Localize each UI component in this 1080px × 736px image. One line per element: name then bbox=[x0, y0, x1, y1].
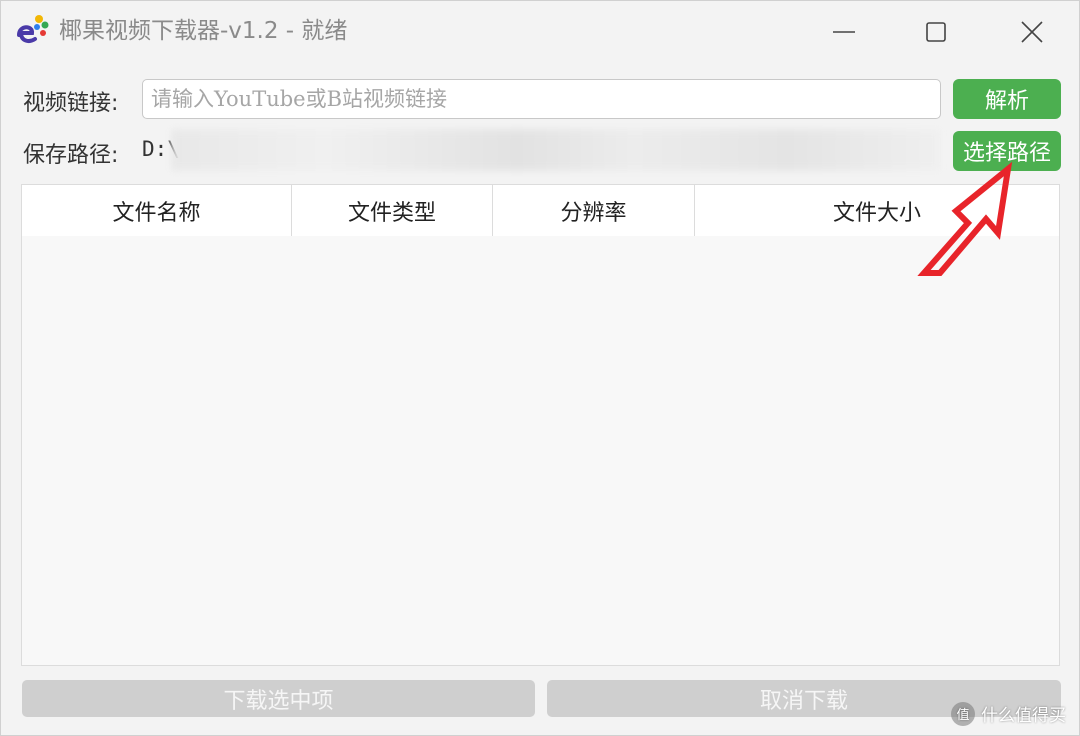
column-header-file-type[interactable]: 文件类型 bbox=[292, 185, 493, 236]
column-header-file-name[interactable]: 文件名称 bbox=[22, 185, 292, 236]
parse-button[interactable]: 解析 bbox=[953, 79, 1061, 119]
maximize-button[interactable] bbox=[913, 9, 959, 55]
choose-path-button[interactable]: 选择路径 bbox=[953, 131, 1061, 171]
close-button[interactable] bbox=[1009, 9, 1055, 55]
minimize-button[interactable] bbox=[821, 9, 867, 55]
app-logo-icon bbox=[15, 13, 49, 47]
window-title: 椰果视频下载器-v1.2 - 就绪 bbox=[59, 18, 348, 44]
url-label: 视频链接: bbox=[23, 91, 119, 116]
file-table[interactable]: 文件名称 文件类型 分辨率 文件大小 bbox=[21, 184, 1060, 666]
path-redaction bbox=[171, 129, 941, 171]
column-header-resolution[interactable]: 分辨率 bbox=[493, 185, 695, 236]
path-label: 保存路径: bbox=[23, 143, 119, 168]
column-header-file-size[interactable]: 文件大小 bbox=[695, 185, 1059, 236]
url-input[interactable] bbox=[142, 79, 941, 119]
watermark-text: 什么值得买 bbox=[981, 706, 1066, 726]
title-bar[interactable]: 椰果视频下载器-v1.2 - 就绪 bbox=[1, 1, 1079, 63]
table-header: 文件名称 文件类型 分辨率 文件大小 bbox=[22, 185, 1059, 236]
app-window: 椰果视频下载器-v1.2 - 就绪 视频链接: 解析 保存路径: D:\ 选择路… bbox=[0, 0, 1080, 736]
download-selected-button[interactable]: 下载选中项 bbox=[22, 680, 535, 717]
close-icon bbox=[1021, 21, 1043, 43]
watermark-logo-icon: 值 bbox=[951, 701, 975, 726]
watermark: 值 什么值得买 bbox=[951, 701, 1066, 726]
